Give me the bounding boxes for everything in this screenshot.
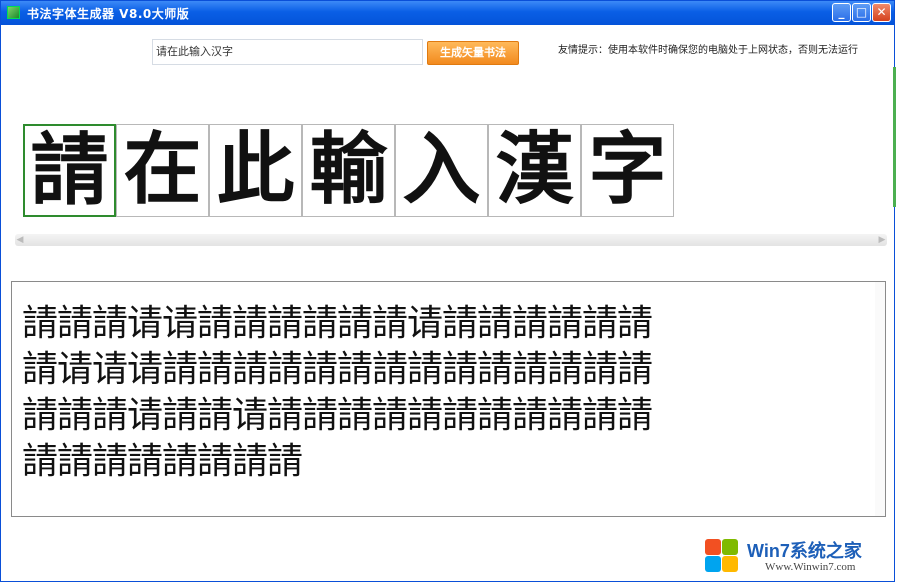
preview-char: 輸 [303,125,394,216]
scroll-left-icon[interactable]: ◀ [15,234,25,246]
preview-char-cell[interactable]: 請 [23,124,116,217]
preview-row: 請 在 此 輸 入 漢 字 [23,124,675,217]
preview-char: 入 [396,125,487,216]
title-bar[interactable]: 书法字体生成器 V8.0大师版 _ □ ✕ [1,1,894,25]
horizontal-scrollbar[interactable]: ◀ ▶ [15,234,887,246]
maximize-button[interactable]: □ [852,3,871,22]
preview-char-cell[interactable]: 輸 [302,124,395,217]
watermark: Win7系统之家 Www.Winwin7.com [703,533,893,579]
window-title: 书法字体生成器 V8.0大师版 [27,5,189,22]
close-icon: ✕ [873,4,890,21]
preview-char-cell[interactable]: 字 [581,124,674,217]
preview-char-cell[interactable]: 此 [209,124,302,217]
vertical-scrollbar[interactable] [875,282,885,516]
generate-button[interactable]: 生成矢量书法 [427,41,519,65]
text-input[interactable]: 请在此输入汉字 [152,39,423,65]
output-line: 請請請請請請請請 [22,432,302,484]
preview-char: 在 [117,125,208,216]
preview-char: 漢 [489,125,580,216]
app-window: 书法字体生成器 V8.0大师版 _ □ ✕ 请在此输入汉字 生成矢量书法 友情提… [0,0,895,582]
windows-logo-icon [703,537,741,575]
minimize-icon: _ [833,4,850,21]
preview-char: 字 [582,125,673,216]
preview-char-cell[interactable]: 漢 [488,124,581,217]
scroll-right-icon[interactable]: ▶ [877,234,887,246]
calligraphy-output-panel[interactable]: 請請請请请請請請請請請请請請請請請請 請请请请請請請請請請請請請請請請請請 請請… [11,281,886,517]
side-accent-bar [893,67,896,207]
preview-char: 請 [25,126,114,215]
preview-char: 此 [210,125,301,216]
tip-text: 友情提示：使用本软件时确保您的电脑处于上网状态，否则无法运行 [558,41,858,56]
output-line: 請請請请請請请請請請請請請請請請請請 [22,386,652,438]
maximize-icon: □ [853,4,870,21]
watermark-url: Www.Winwin7.com [765,561,856,573]
output-line: 請請請请请請請請請請請请請請請請請請 [22,294,652,346]
watermark-title: Win7系统之家 [747,537,862,563]
app-icon [7,6,20,19]
output-line: 請请请请請請請請請請請請請請請請請請 [22,340,652,392]
minimize-button[interactable]: _ [832,3,851,22]
close-button[interactable]: ✕ [872,3,891,22]
preview-char-cell[interactable]: 入 [395,124,488,217]
preview-char-cell[interactable]: 在 [116,124,209,217]
